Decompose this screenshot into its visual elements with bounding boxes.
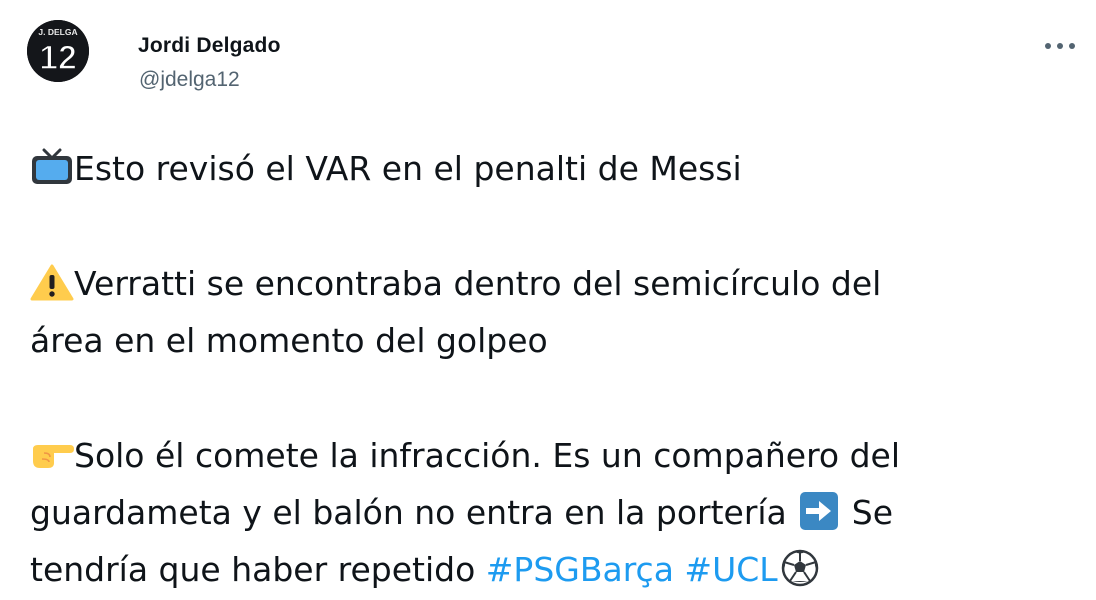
tv-icon xyxy=(30,148,74,186)
tweet-text: Esto revisó el VAR en el penalti de Mess… xyxy=(30,140,1070,598)
tweet-line-6: tendría que haber repetido xyxy=(30,550,486,589)
more-horizontal-icon xyxy=(1045,43,1075,49)
hashtag-psgbarca-link[interactable]: #PSGBarça xyxy=(486,550,674,589)
avatar-name-text: J. DELGA xyxy=(38,27,77,37)
tweet-line-3: área en el momento del golpeo xyxy=(30,321,548,360)
tweet-line-4: Solo él comete la infracción. Es un comp… xyxy=(74,436,901,475)
warning-icon xyxy=(30,263,74,301)
tweet-paragraph-2: Verratti se encontraba dentro del semicí… xyxy=(30,255,1070,369)
tweet-line-5a: guardameta y el balón no entra en la por… xyxy=(30,493,787,532)
hashtag-ucl-link[interactable]: #UCL xyxy=(684,550,777,589)
avatar-number-text: 12 xyxy=(39,39,77,77)
tweet-line-2: Verratti se encontraba dentro del semicí… xyxy=(74,264,882,303)
tweet-line-1: Esto revisó el VAR en el penalti de Mess… xyxy=(74,149,742,188)
soccer-ball-icon xyxy=(778,549,822,587)
more-options-button[interactable] xyxy=(1040,26,1080,66)
author-display-name[interactable]: Jordi Delgado xyxy=(138,34,281,58)
author-handle[interactable]: @jdelga12 xyxy=(139,68,240,92)
tweet-paragraph-1: Esto revisó el VAR en el penalti de Mess… xyxy=(30,140,1070,197)
right-arrow-icon xyxy=(797,492,841,530)
backhand-index-pointing-right-icon xyxy=(30,435,74,473)
tweet-line-5b: Se xyxy=(841,493,894,532)
avatar[interactable]: J. DELGA 12 xyxy=(27,20,89,82)
tweet-paragraph-3: Solo él comete la infracción. Es un comp… xyxy=(30,427,1070,598)
